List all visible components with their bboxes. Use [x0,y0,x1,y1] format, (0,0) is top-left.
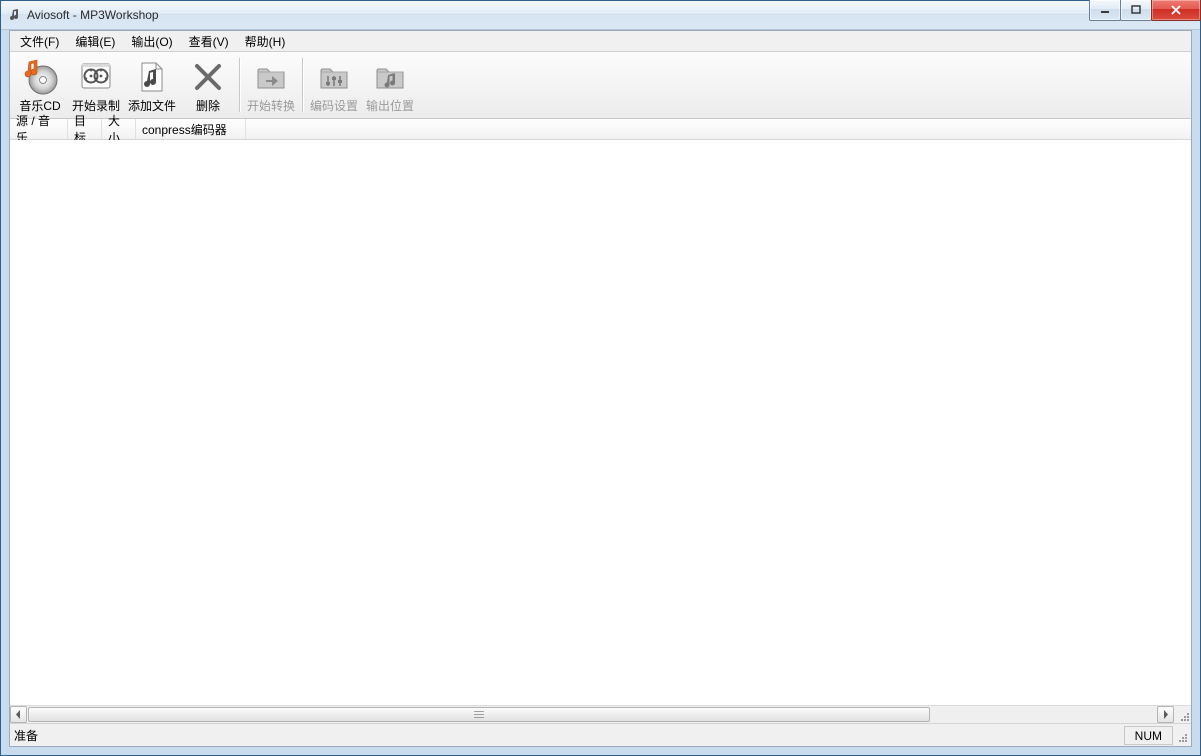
file-list[interactable] [10,140,1191,705]
window-title: Aviosoft - MP3Workshop [27,8,159,22]
menu-output[interactable]: 输出(O) [123,31,180,52]
column-label: conpress编码器 [142,121,227,138]
toolbar-label: 开始转换 [247,97,295,114]
scroll-left-button[interactable] [10,706,27,723]
menu-file[interactable]: 文件(F) [12,31,67,52]
column-encoder[interactable]: conpress编码器 [136,119,246,139]
client-area: 文件(F) 编辑(E) 输出(O) 查看(V) 帮助(H) [9,30,1192,747]
toolbar-music-cd[interactable]: 音乐CD [12,53,68,117]
toolbar-label: 输出位置 [366,97,414,114]
status-numlock: NUM [1124,726,1173,745]
toolbar-separator [302,58,303,112]
app-window: Aviosoft - MP3Workshop 文件(F) 编辑(E) 输出(O)… [0,0,1201,756]
menu-help[interactable]: 帮助(H) [237,31,294,52]
column-source-music[interactable]: 源 / 音乐 [10,119,68,139]
toolbar-start-record[interactable]: 开始录制 [68,53,124,117]
toolbar: 音乐CD [10,52,1191,119]
menu-edit[interactable]: 编辑(E) [67,31,123,52]
column-target[interactable]: 目标 [68,119,102,139]
menu-view[interactable]: 查看(V) [181,31,237,52]
app-icon [7,7,23,23]
statusbar: 准备 NUM [10,723,1191,746]
toolbar-label: 开始录制 [72,97,120,114]
file-music-icon [132,57,172,97]
size-grip[interactable] [1177,732,1189,744]
scroll-thumb[interactable] [28,707,930,722]
folder-music-icon [370,57,410,97]
toolbar-delete[interactable]: 删除 [180,53,236,117]
toolbar-label: 音乐CD [19,97,60,114]
close-button[interactable] [1151,0,1201,21]
list-column-header: 源 / 音乐 目标 大小 conpress编码器 [10,119,1191,140]
toolbar-start-convert[interactable]: 开始转换 [243,53,299,117]
toolbar-label: 删除 [196,97,220,114]
toolbar-add-file[interactable]: 添加文件 [124,53,180,117]
toolbar-separator [239,58,240,112]
toolbar-encode-settings[interactable]: 编码设置 [306,53,362,117]
cd-music-icon [20,57,60,97]
status-ready: 准备 [14,727,38,744]
window-controls [1090,0,1201,21]
column-size[interactable]: 大小 [102,119,136,139]
menubar: 文件(F) 编辑(E) 输出(O) 查看(V) 帮助(H) [10,31,1191,52]
delete-x-icon [188,57,228,97]
toolbar-output-location[interactable]: 输出位置 [362,53,418,117]
folder-convert-icon [251,57,291,97]
maximize-button[interactable] [1120,0,1152,21]
status-numlock-label: NUM [1135,729,1162,743]
folder-equalizer-icon [314,57,354,97]
toolbar-label: 编码设置 [310,97,358,114]
reel-icon [76,57,116,97]
scroll-track[interactable] [28,706,1156,723]
horizontal-scrollbar[interactable] [10,705,1191,723]
scroll-corner [1174,706,1191,723]
titlebar[interactable]: Aviosoft - MP3Workshop [1,1,1200,30]
toolbar-label: 添加文件 [128,97,176,114]
scroll-right-button[interactable] [1157,706,1174,723]
minimize-button[interactable] [1089,0,1121,21]
